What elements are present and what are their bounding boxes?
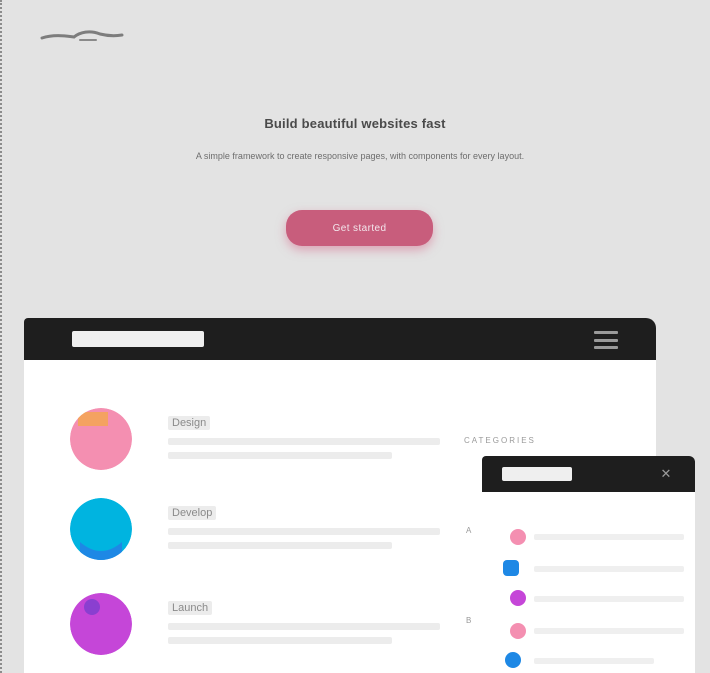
category-dot bbox=[503, 560, 519, 576]
logo bbox=[40, 30, 124, 41]
hero-subtext: A simple framework to create responsive … bbox=[195, 151, 525, 161]
mockup-title: Overview bbox=[72, 331, 204, 347]
category-dot bbox=[510, 590, 526, 606]
feature-text-line bbox=[168, 528, 440, 535]
category-dot bbox=[510, 529, 526, 545]
small-mockup-title: Menu bbox=[502, 467, 572, 481]
close-icon[interactable]: ✕ bbox=[659, 467, 673, 481]
get-started-button[interactable]: Get started bbox=[286, 210, 433, 246]
feature-text-line bbox=[168, 452, 392, 459]
side-section-label: CATEGORIES bbox=[464, 436, 536, 445]
mockup-navbar: Overview bbox=[24, 318, 656, 360]
feature-title: Develop bbox=[168, 506, 217, 520]
row-marker: A bbox=[466, 526, 472, 535]
feature-title: Design bbox=[168, 416, 211, 430]
feature-text-line bbox=[168, 542, 392, 549]
row-text-line bbox=[534, 628, 684, 634]
category-dot bbox=[510, 623, 526, 639]
row-text-line bbox=[534, 566, 684, 572]
feature-item: Design bbox=[24, 408, 464, 478]
feature-icon bbox=[70, 593, 132, 655]
row-marker: B bbox=[466, 616, 472, 625]
feature-icon bbox=[70, 498, 132, 560]
feature-item: Launch bbox=[24, 593, 464, 663]
hamburger-menu-icon[interactable] bbox=[594, 331, 618, 349]
feature-title: Launch bbox=[168, 601, 213, 615]
feature-item: Develop bbox=[24, 498, 464, 568]
row-text-line bbox=[534, 658, 654, 664]
row-text-line bbox=[534, 534, 684, 540]
feature-text-line bbox=[168, 637, 392, 644]
hero-headline: Build beautiful websites fast bbox=[264, 116, 446, 131]
page-edge bbox=[0, 0, 6, 673]
small-mockup-navbar: Menu ✕ bbox=[482, 456, 695, 492]
feature-icon bbox=[70, 408, 132, 470]
row-text-line bbox=[534, 596, 684, 602]
category-dot bbox=[505, 652, 521, 668]
feature-text-line bbox=[168, 438, 440, 445]
feature-text-line bbox=[168, 623, 440, 630]
